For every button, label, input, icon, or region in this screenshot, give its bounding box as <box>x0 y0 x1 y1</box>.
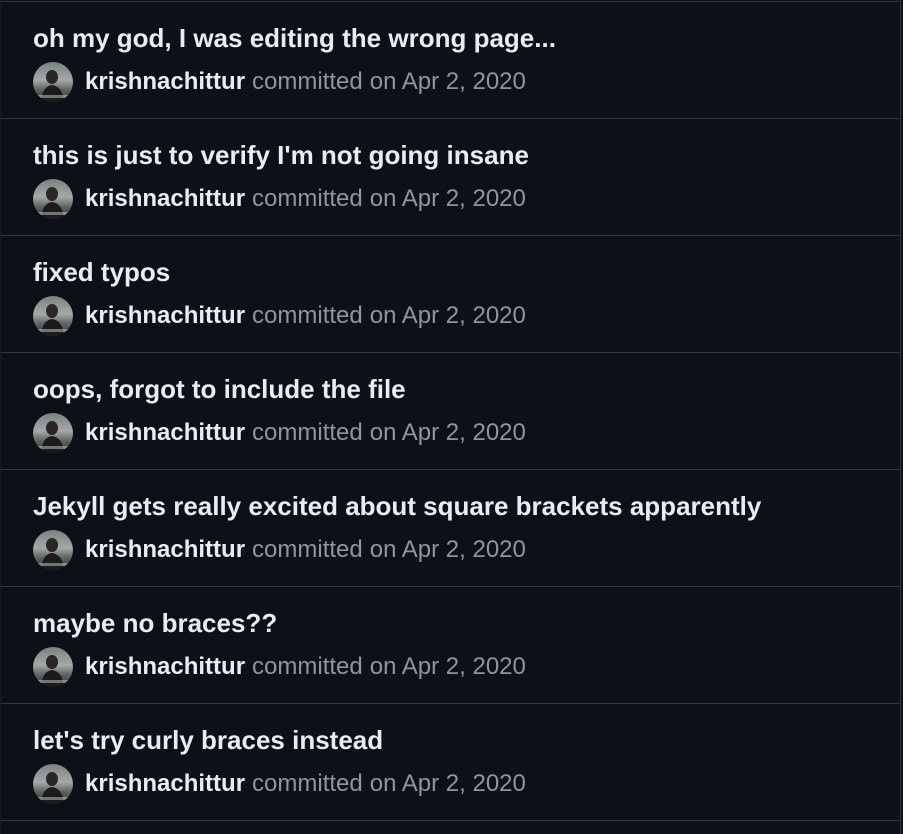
commit-message-link[interactable]: oops, forgot to include the file <box>33 371 406 407</box>
commit-meta: krishnachittur committed on Apr 2, 2020 <box>33 62 526 102</box>
commit-message-link[interactable]: let's try curly braces instead <box>33 722 383 758</box>
avatar[interactable] <box>33 764 73 804</box>
commit-row: let's try curly braces instead krishnach… <box>1 704 900 821</box>
commit-action-text: committed <box>252 653 363 680</box>
commit-row: oops, forgot to include the file krishna… <box>1 353 900 470</box>
commit-date: on Apr 2, 2020 <box>369 302 526 329</box>
commit-meta: krishnachittur committed on Apr 2, 2020 <box>33 179 526 219</box>
commit-row: Jekyll gets really excited about square … <box>1 470 900 587</box>
author-link[interactable]: krishnachittur <box>85 302 245 330</box>
avatar-person-icon <box>33 421 73 453</box>
commit-date: on Apr 2, 2020 <box>369 770 526 797</box>
commit-message-link[interactable]: this is just to verify I'm not going ins… <box>33 137 529 173</box>
commit-message-link[interactable]: oh my god, I was editing the wrong page.… <box>33 20 556 56</box>
author-link[interactable]: krishnachittur <box>85 770 245 798</box>
author-link[interactable]: krishnachittur <box>85 68 245 96</box>
commit-date: on Apr 2, 2020 <box>369 536 526 563</box>
avatar-person-icon <box>33 538 73 570</box>
avatar[interactable] <box>33 647 73 687</box>
commit-action-text: committed <box>252 68 363 95</box>
avatar[interactable] <box>33 296 73 336</box>
commit-meta: krishnachittur committed on Apr 2, 2020 <box>33 413 526 453</box>
commit-message-link[interactable]: Jekyll gets really excited about square … <box>33 488 761 524</box>
commit-date: on Apr 2, 2020 <box>369 68 526 95</box>
commit-meta: krishnachittur committed on Apr 2, 2020 <box>33 647 526 687</box>
commit-date: on Apr 2, 2020 <box>369 185 526 212</box>
commit-list: oh my god, I was editing the wrong page.… <box>0 0 901 834</box>
author-link[interactable]: krishnachittur <box>85 536 245 564</box>
avatar-person-icon <box>33 304 73 336</box>
avatar[interactable] <box>33 530 73 570</box>
commit-row: oh my god, I was editing the wrong page.… <box>1 2 900 119</box>
avatar-person-icon <box>33 655 73 687</box>
commit-meta: krishnachittur committed on Apr 2, 2020 <box>33 530 526 570</box>
author-link[interactable]: krishnachittur <box>85 419 245 447</box>
commit-date: on Apr 2, 2020 <box>369 653 526 680</box>
avatar-person-icon <box>33 772 73 804</box>
avatar-person-icon <box>33 187 73 219</box>
avatar[interactable] <box>33 413 73 453</box>
avatar-person-icon <box>33 70 73 102</box>
commit-row: this is just to verify I'm not going ins… <box>1 119 900 236</box>
avatar[interactable] <box>33 179 73 219</box>
commit-meta: krishnachittur committed on Apr 2, 2020 <box>33 296 526 336</box>
commit-row: maybe no braces?? krishnachittur committ… <box>1 587 900 704</box>
commit-date: on Apr 2, 2020 <box>369 419 526 446</box>
author-link[interactable]: krishnachittur <box>85 185 245 213</box>
commit-action-text: committed <box>252 536 363 563</box>
author-link[interactable]: krishnachittur <box>85 653 245 681</box>
commit-message-link[interactable]: maybe no braces?? <box>33 605 277 641</box>
commit-message-link[interactable]: fixed typos <box>33 254 170 290</box>
commit-meta: krishnachittur committed on Apr 2, 2020 <box>33 764 526 804</box>
commit-action-text: committed <box>252 419 363 446</box>
commit-row: fixed typos krishnachittur committed on … <box>1 236 900 353</box>
commit-action-text: committed <box>252 302 363 329</box>
commit-action-text: committed <box>252 770 363 797</box>
avatar[interactable] <box>33 62 73 102</box>
commit-action-text: committed <box>252 185 363 212</box>
